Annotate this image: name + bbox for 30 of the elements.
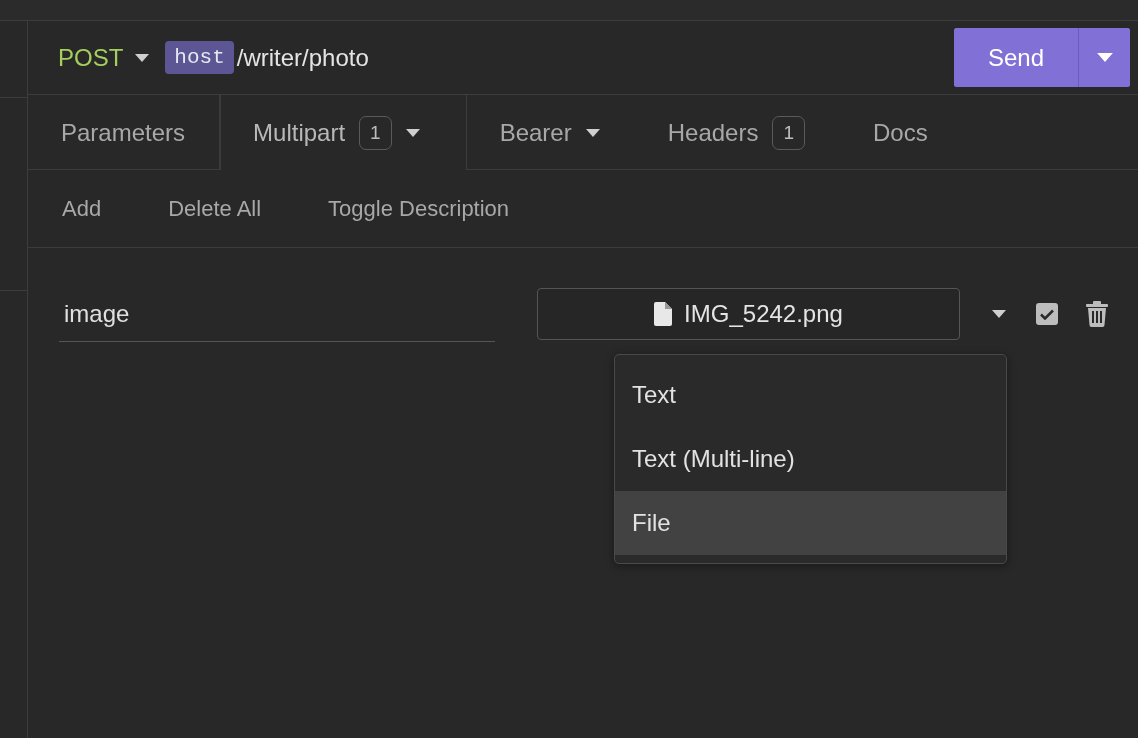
action-button[interactable]: Toggle Description: [328, 195, 510, 222]
caret-icon: [1096, 53, 1113, 62]
send-options-button[interactable]: [1078, 28, 1130, 87]
url-path[interactable]: /writer/photo: [236, 43, 954, 72]
tab[interactable]: Docs: [840, 95, 963, 170]
file-icon: [654, 302, 673, 326]
file-picker-button[interactable]: IMG_5242.png: [537, 288, 960, 340]
tab[interactable]: Headers 1: [634, 95, 840, 170]
tab[interactable]: Bearer: [466, 95, 635, 170]
menu-item[interactable]: Text: [615, 363, 1006, 427]
method-dropdown[interactable]: POST: [58, 43, 150, 72]
action-button[interactable]: Delete All: [168, 195, 262, 222]
tab[interactable]: Multipart 1: [220, 95, 467, 170]
menu-item[interactable]: File: [615, 491, 1006, 555]
caret-icon: [135, 53, 150, 62]
host-variable-tag[interactable]: host: [165, 41, 234, 74]
enable-checkbox[interactable]: [1036, 303, 1058, 325]
count-badge: 1: [772, 115, 805, 150]
menu-item[interactable]: Text (Multi-line): [615, 427, 1006, 491]
tab-label: Docs: [873, 118, 928, 147]
checkmark-icon: [1040, 308, 1054, 320]
tab-label: Multipart: [253, 118, 346, 147]
tab-label: Bearer: [499, 118, 572, 147]
tab-label: Headers: [667, 118, 759, 147]
tab-label: Parameters: [61, 118, 186, 147]
count-badge: 1: [359, 115, 392, 150]
caret-icon: [992, 310, 1006, 318]
delete-icon[interactable]: [1086, 301, 1108, 327]
action-button[interactable]: Add: [62, 195, 102, 222]
param-name-field[interactable]: image: [59, 286, 495, 342]
